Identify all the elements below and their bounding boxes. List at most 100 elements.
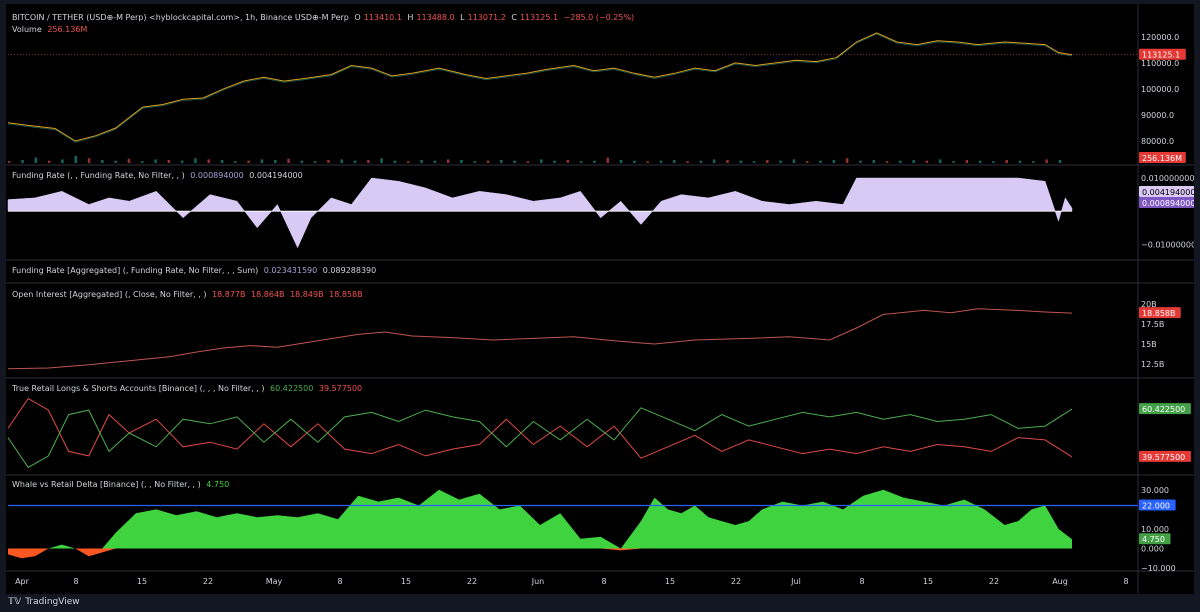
- volume-bar: [872, 160, 875, 163]
- price-tick-label: 100000.0: [1141, 85, 1179, 94]
- chart-frame: 120000.0 110000.0 100000.0 90000.0 80000.0 11…: [6, 4, 1194, 594]
- x-tick-label: May: [266, 577, 283, 586]
- funding-tick-label: −0.010000000: [1141, 240, 1194, 249]
- oi-title[interactable]: Open Interest [Aggregated] (, Close, No …: [12, 290, 206, 299]
- tv-logo-icon: 𝕋𝕍: [8, 597, 22, 607]
- funding-title[interactable]: Funding Rate (, , Funding Rate, No Filte…: [12, 171, 185, 180]
- price-tick-label: 80000.0: [1141, 137, 1174, 146]
- volume-bar: [686, 161, 689, 163]
- volume-bar: [260, 159, 264, 163]
- oi-value-1: 18.877B: [212, 290, 246, 299]
- volume-bar: [540, 159, 543, 163]
- funding-legend: Funding Rate (, , Funding Rate, No Filte…: [12, 171, 306, 180]
- volume-bar: [287, 158, 290, 163]
- volume-bar: [247, 160, 250, 163]
- price-line-up: [7, 33, 1073, 143]
- longs-line: [7, 407, 1073, 469]
- volume-bar: [992, 161, 995, 163]
- volume-bar: [207, 159, 210, 163]
- delta-tick-label: −10.000: [1141, 564, 1176, 573]
- volume-bar: [154, 159, 157, 163]
- high-value: 113488.0: [416, 13, 455, 22]
- oi-line: [7, 308, 1073, 370]
- volume-bar: [1058, 160, 1062, 163]
- oi-tick-label: 15B: [1141, 340, 1157, 349]
- x-tick-label: 22: [203, 577, 213, 586]
- x-tick-label: 8: [73, 577, 78, 586]
- high-label: H: [407, 13, 414, 22]
- funding-current-label-1: 0.004194000: [1142, 188, 1194, 197]
- volume-bar: [74, 155, 77, 163]
- volume-bar: [912, 160, 915, 163]
- volume-bar: [274, 160, 277, 163]
- shorts-line: [7, 397, 1073, 459]
- oi-value-4: 18.858B: [329, 290, 363, 299]
- volume-bar: [526, 161, 530, 163]
- volume-bar: [699, 160, 703, 163]
- x-tick-label: 15: [923, 577, 933, 586]
- volume-bar: [1018, 160, 1022, 163]
- volume-bar: [779, 160, 782, 163]
- x-tick-label: Jul: [790, 577, 801, 586]
- volume-bar: [220, 160, 224, 163]
- funding-agg-title[interactable]: Funding Rate [Aggregated] (, Funding Rat…: [12, 266, 258, 275]
- volume-bar: [300, 160, 304, 163]
- x-tick-label: 15: [665, 577, 675, 586]
- delta-tick-label: 10.000: [1141, 525, 1169, 534]
- volume-bar: [593, 160, 596, 163]
- funding-current-label-2: 0.000894000: [1142, 199, 1194, 208]
- oi-tick-label: 17.5B: [1141, 320, 1164, 329]
- volume-bar: [606, 157, 609, 163]
- open-label: O: [354, 13, 361, 22]
- x-tick-label: Jun: [531, 577, 545, 586]
- retail-legend: True Retail Longs & Shorts Accounts [Bin…: [12, 384, 365, 393]
- volume-bar: [167, 160, 171, 163]
- x-tick-label: 8: [601, 577, 606, 586]
- volume-bar: [141, 161, 144, 163]
- volume-bar: [619, 160, 623, 163]
- x-tick-label: 22: [731, 577, 741, 586]
- price-tick-label: 120000.0: [1141, 33, 1179, 42]
- volume-bar: [859, 160, 862, 163]
- volume-bar: [1005, 160, 1008, 163]
- delta-title[interactable]: Whale vs Retail Delta [Binance] (, , No …: [12, 480, 201, 489]
- symbol-title[interactable]: BITCOIN / TETHER (USD⊕-M Perp) <hyblockc…: [12, 13, 349, 22]
- volume-bar: [752, 161, 756, 163]
- x-tick-label: 22: [989, 577, 999, 586]
- volume-bar: [327, 160, 330, 163]
- funding-value-2: 0.004194000: [249, 171, 303, 180]
- volume-bar: [393, 160, 397, 163]
- volume-bar: [978, 160, 982, 163]
- low-label: L: [460, 13, 465, 22]
- volume-label[interactable]: Volume: [12, 25, 42, 34]
- volume-bar: [234, 161, 237, 163]
- volume-bar: [420, 160, 423, 163]
- x-tick-label: 15: [401, 577, 411, 586]
- volume-bar: [579, 161, 583, 163]
- delta-positive-area: [8, 489, 1072, 549]
- volume-legend: Volume 256.136M: [12, 25, 90, 34]
- shorts-last-label: 39.577500: [1142, 453, 1185, 462]
- funding-agg-value-1: 0.023431590: [263, 266, 318, 275]
- volume-bar: [101, 160, 104, 163]
- volume-bar: [340, 159, 343, 163]
- x-tick-label: 8: [1123, 577, 1128, 586]
- tradingview-logo[interactable]: 𝕋𝕍 TradingView: [8, 597, 80, 607]
- last-price-label: 113125.1: [1142, 51, 1180, 60]
- tv-brand: TradingView: [25, 597, 80, 607]
- funding-tick-label: 0.010000000: [1141, 174, 1194, 183]
- x-tick-label: 8: [337, 577, 342, 586]
- volume-bar: [646, 161, 649, 163]
- funding-value-1: 0.000894000: [190, 171, 244, 180]
- delta-last-label: 4.750: [1142, 535, 1165, 544]
- volume-value: 256.136M: [47, 25, 88, 34]
- funding-area: [7, 177, 1073, 249]
- delta-tick-label: 0.000: [1141, 544, 1164, 553]
- price-line: [7, 32, 1073, 142]
- x-tick-label: Aug: [1052, 577, 1068, 586]
- retail-title[interactable]: True Retail Longs & Shorts Accounts [Bin…: [12, 384, 265, 393]
- volume-bar: [726, 160, 729, 163]
- volume-bar: [659, 160, 663, 163]
- funding-agg-legend: Funding Rate [Aggregated] (, Funding Rat…: [12, 266, 379, 275]
- chart-canvas[interactable]: 120000.0 110000.0 100000.0 90000.0 80000.0 11…: [6, 4, 1194, 594]
